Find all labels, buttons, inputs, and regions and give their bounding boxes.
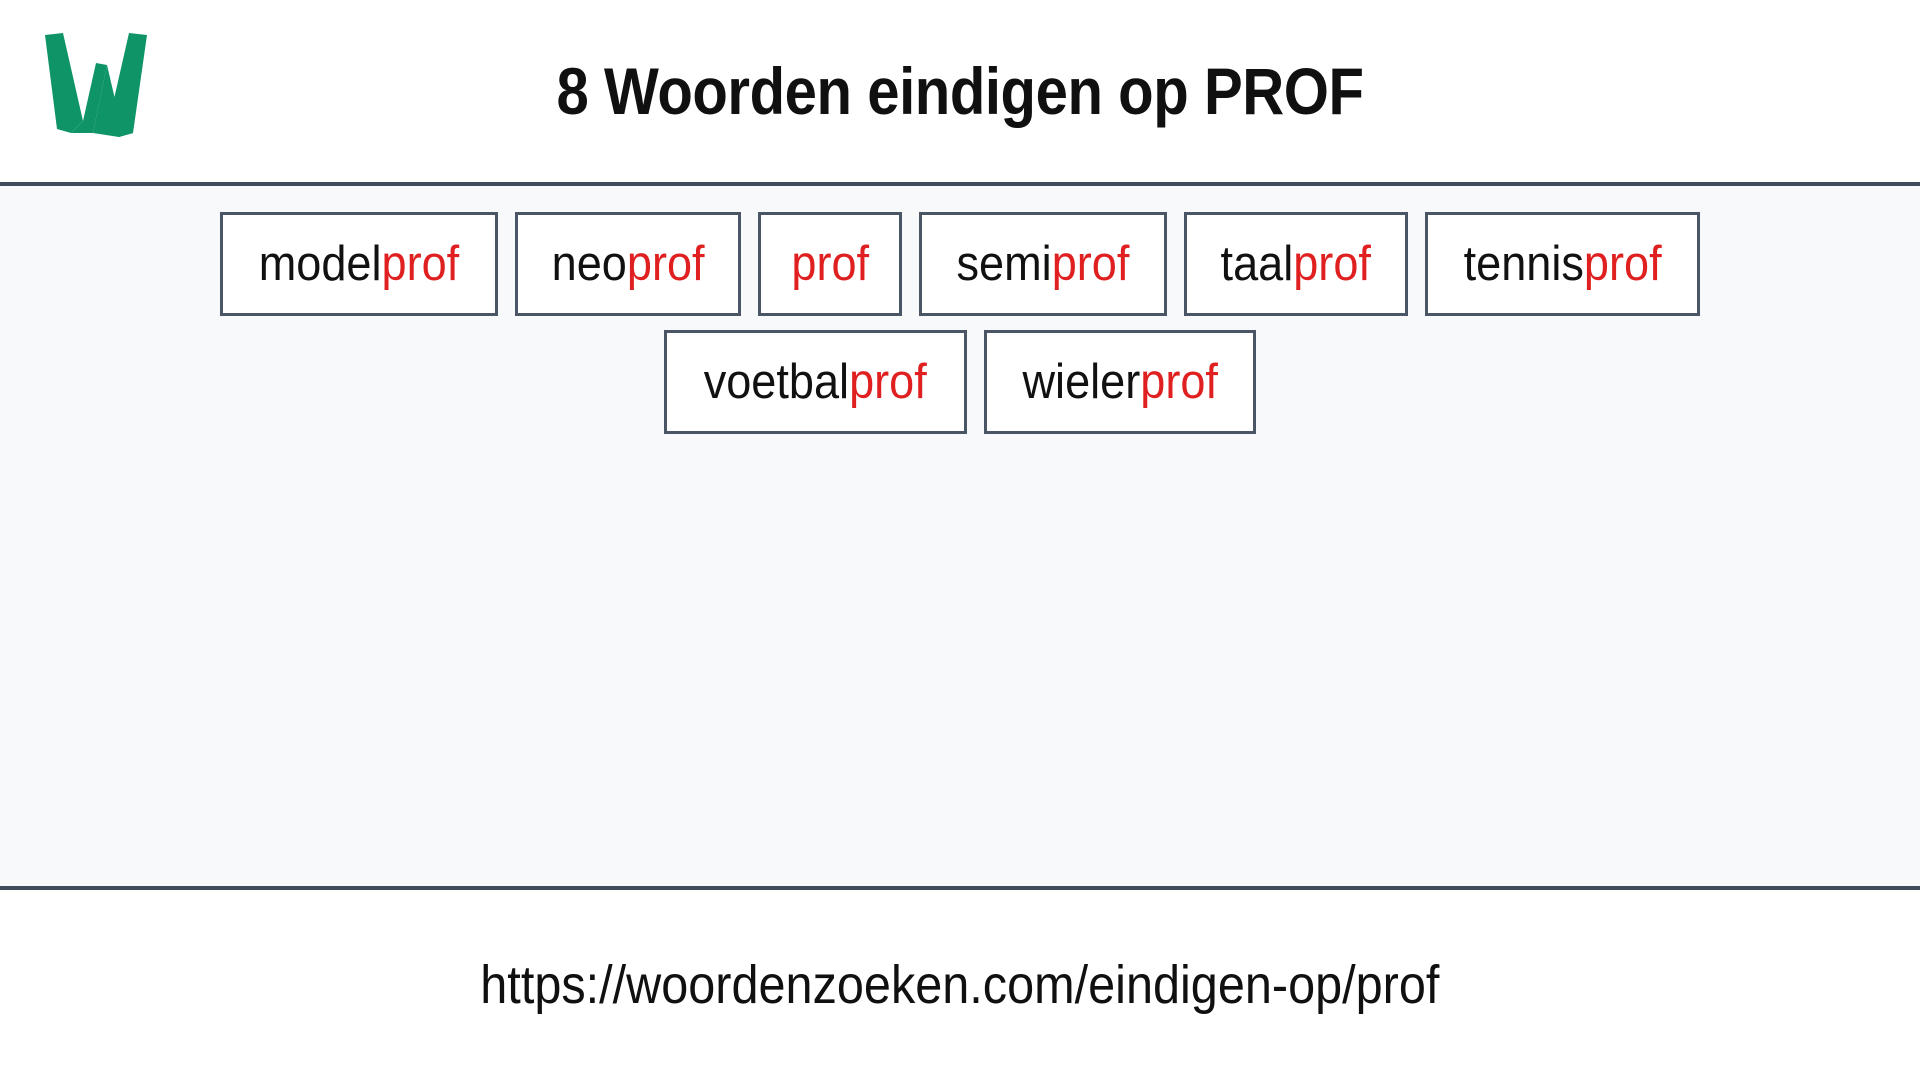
- word-prefix: model: [258, 236, 382, 291]
- word-box[interactable]: tennisprof: [1424, 212, 1701, 316]
- page-root: 8 Woorden eindigen op PROF modelprof neo…: [0, 0, 1920, 1080]
- page-header: 8 Woorden eindigen op PROF: [0, 0, 1920, 186]
- word-suffix: prof: [849, 354, 927, 409]
- word-label: prof: [791, 236, 870, 291]
- word-label: taalprof: [1220, 236, 1372, 291]
- word-suffix: prof: [626, 236, 705, 291]
- word-suffix: prof: [1139, 354, 1218, 409]
- word-prefix: wieler: [1022, 354, 1140, 409]
- word-list-area: modelprof neoprof prof semiprof taalprof…: [0, 186, 1920, 890]
- word-prefix: taal: [1220, 236, 1294, 291]
- word-label: wielerprof: [1022, 354, 1218, 409]
- word-box[interactable]: wielerprof: [983, 330, 1256, 434]
- word-suffix: prof: [1583, 236, 1662, 291]
- word-box[interactable]: neoprof: [514, 212, 742, 316]
- word-box[interactable]: taalprof: [1184, 212, 1408, 316]
- page-footer: https://woordenzoeken.com/eindigen-op/pr…: [0, 890, 1920, 1080]
- word-suffix: prof: [1293, 236, 1372, 291]
- word-prefix: tennis: [1463, 236, 1584, 291]
- word-box[interactable]: modelprof: [219, 212, 498, 316]
- word-label: neoprof: [551, 236, 705, 291]
- word-suffix: prof: [381, 236, 460, 291]
- word-row: voetbalprof wielerprof: [0, 330, 1920, 434]
- word-label: tennisprof: [1463, 236, 1662, 291]
- word-prefix: neo: [551, 236, 627, 291]
- word-label: semiprof: [957, 236, 1130, 291]
- word-box[interactable]: semiprof: [919, 212, 1168, 316]
- word-box[interactable]: voetbalprof: [664, 330, 967, 434]
- word-label: modelprof: [258, 236, 460, 291]
- word-suffix: prof: [791, 236, 870, 291]
- word-suffix: prof: [1052, 236, 1130, 291]
- word-box[interactable]: prof: [758, 212, 903, 316]
- word-label: voetbalprof: [703, 354, 927, 409]
- word-prefix: semi: [957, 236, 1053, 291]
- word-row: modelprof neoprof prof semiprof taalprof…: [0, 212, 1920, 316]
- word-prefix: voetbal: [703, 354, 850, 409]
- source-url[interactable]: https://woordenzoeken.com/eindigen-op/pr…: [480, 954, 1439, 1016]
- page-title: 8 Woorden eindigen op PROF: [556, 54, 1364, 128]
